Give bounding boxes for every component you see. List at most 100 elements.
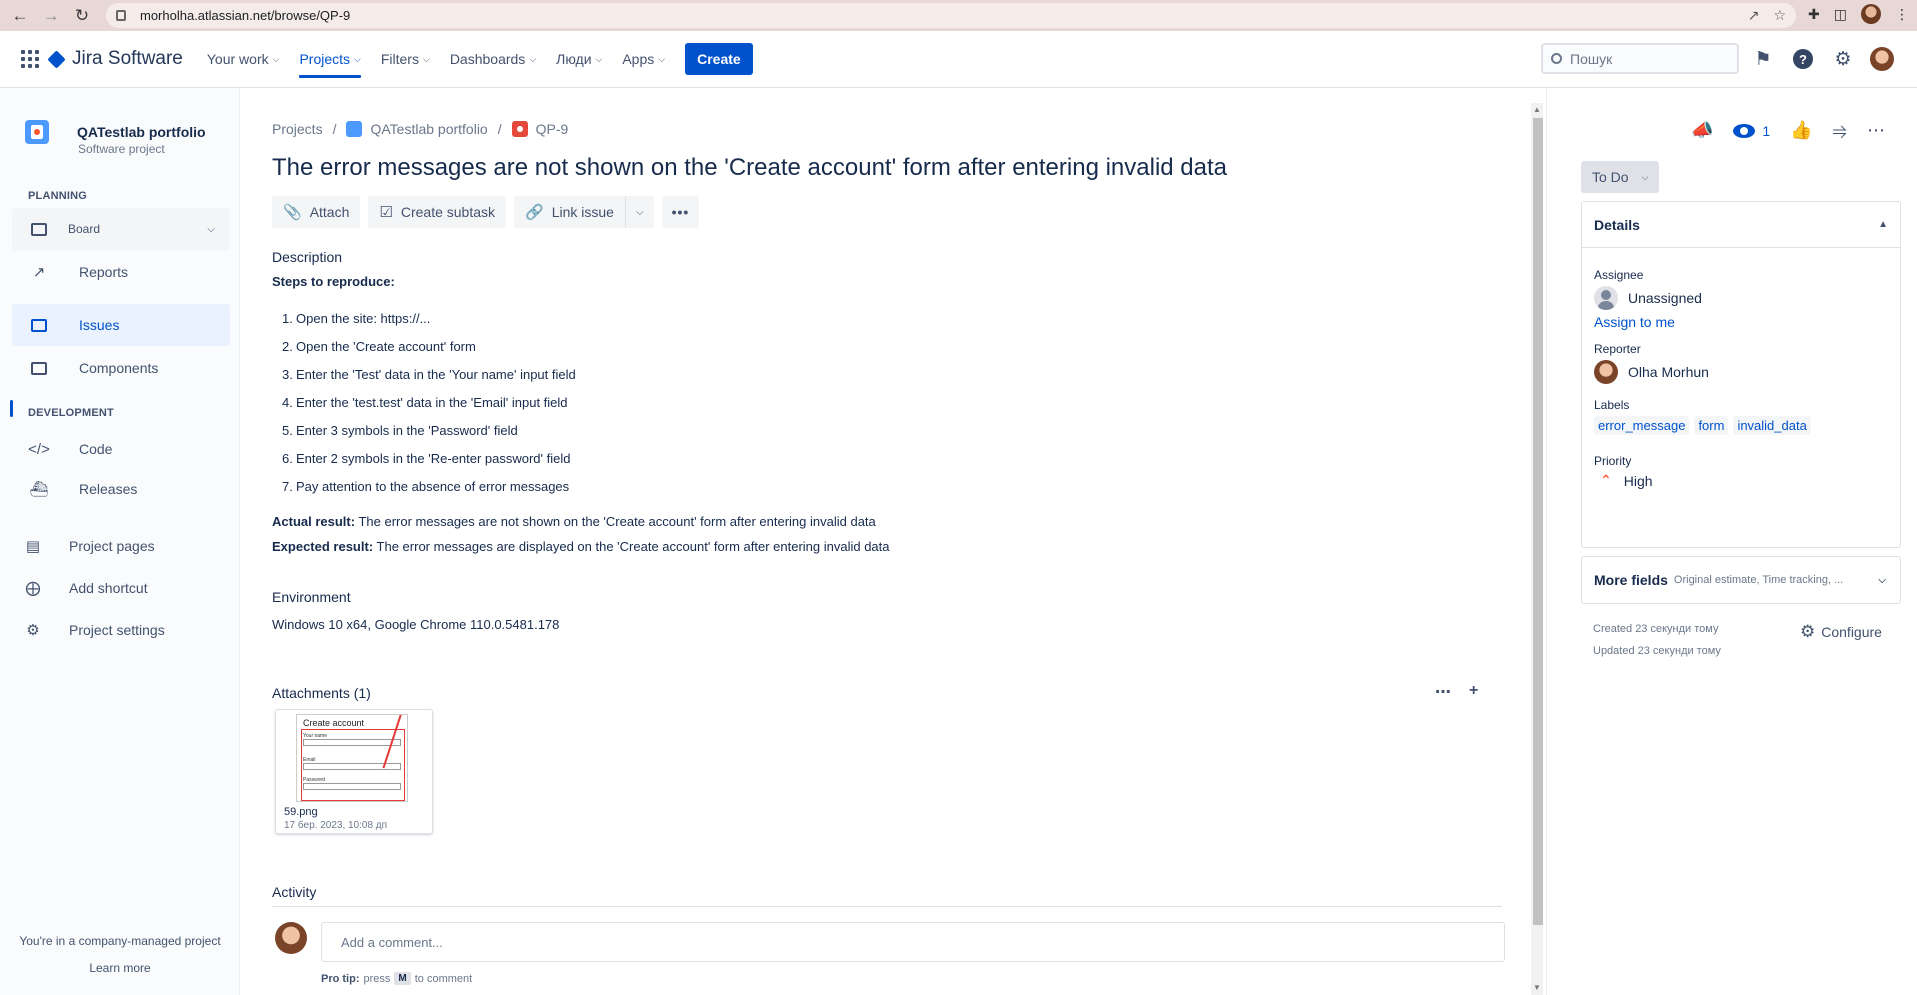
back-icon[interactable]: ← (9, 5, 31, 27)
configure-button[interactable]: ⚙ Configure (1800, 622, 1882, 642)
nav-filters[interactable]: Filters ⌵ (371, 31, 440, 88)
bug-icon (511, 121, 528, 137)
list-item: 4. Enter the 'test.test' data in the 'Ema… (282, 395, 568, 410)
sidebar-item-add-shortcut[interactable]: ⨁ Add shortcut (12, 567, 230, 609)
app-switcher-icon[interactable] (21, 50, 39, 68)
breadcrumb-issue-key[interactable]: QP-9 (536, 121, 569, 137)
top-navigation: Jira Software Your work ⌵ Projects ⌵ Filte… (0, 31, 1917, 88)
add-attachment-icon[interactable]: + (1469, 682, 1478, 702)
search-icon (1551, 53, 1562, 64)
list-item: 3. Enter the 'Test' data in the 'Your nam… (282, 367, 576, 382)
sidebar-item-code[interactable]: </> Code (12, 428, 230, 470)
issue-main: Projects / QATestlab portfolio / QP-9 Th… (240, 88, 1530, 995)
learn-more-link[interactable]: Learn more (0, 961, 240, 975)
more-icon[interactable]: ⋯ (1867, 120, 1885, 141)
more-actions-button[interactable]: ••• (661, 196, 700, 228)
nav-projects[interactable]: Projects ⌵ (289, 31, 370, 88)
list-item: 6. Enter 2 symbols in the 'Re-enter passw… (282, 451, 571, 466)
extensions-icon[interactable]: ✚ (1808, 6, 1820, 23)
nav-dashboards[interactable]: Dashboards ⌵ (440, 31, 546, 88)
reporter-field[interactable]: Olha Morhun (1594, 360, 1709, 384)
create-button[interactable]: Create (685, 43, 753, 75)
activity-title: Activity (272, 884, 317, 900)
settings-gear-icon[interactable]: ⚙ (1830, 46, 1856, 72)
attachment-card[interactable]: Create account Your name Email Password … (275, 709, 433, 834)
search-input[interactable]: Пошук (1541, 43, 1739, 74)
sidepanel-icon[interactable]: ◫ (1834, 6, 1847, 23)
labels-field[interactable]: error_message form invalid_data (1594, 416, 1811, 435)
environment-text[interactable]: Windows 10 x64, Google Chrome 110.0.5481… (272, 617, 559, 632)
sidebar-item-project-pages[interactable]: ▤ Project pages (12, 525, 230, 567)
environment-title: Environment (272, 589, 351, 605)
link-icon: 🔗 (525, 204, 544, 221)
user-avatar[interactable] (1870, 47, 1894, 71)
chevron-down-icon[interactable]: ⌵ (207, 224, 215, 235)
help-button[interactable]: ? (1790, 46, 1816, 72)
create-subtask-button[interactable]: ☑ Create subtask (368, 196, 507, 228)
configure-label: Configure (1821, 624, 1882, 640)
address-bar[interactable]: morholha.atlassian.net/browse/QP-9 ↗ ☆ (106, 3, 1796, 28)
attachments-title: Attachments (1) (272, 685, 371, 701)
browser-menu-icon[interactable]: ⋮ (1895, 6, 1909, 23)
status-label: To Do (1592, 169, 1629, 185)
nav-people[interactable]: Люди ⌵ (546, 31, 612, 88)
company-managed-note: You're in a company-managed project (19, 934, 221, 948)
breadcrumb-project[interactable]: QATestlab portfolio (370, 121, 487, 137)
scrollbar-thumb[interactable] (1533, 118, 1543, 925)
comment-input[interactable]: Add a comment... (321, 922, 1505, 962)
active-indicator (10, 400, 13, 417)
nav-apps[interactable]: Apps ⌵ (612, 31, 675, 88)
priority-label: Priority (1594, 454, 1632, 468)
label-chip[interactable]: form (1694, 416, 1729, 435)
list-item: 5. Enter 3 symbols in the 'Password' fiel… (282, 423, 518, 438)
breadcrumb-projects[interactable]: Projects (272, 121, 323, 137)
sidebar-item-issues[interactable]: Issues (12, 304, 230, 346)
sidebar-item-project-settings[interactable]: ⚙ Project settings (12, 609, 230, 651)
notifications-icon[interactable]: ⚑ (1750, 46, 1776, 72)
chevron-up-icon: ▲ (1878, 219, 1888, 230)
link-issue-button[interactable]: 🔗 Link issue ⌵ (514, 196, 654, 228)
label-chip[interactable]: error_message (1594, 416, 1690, 435)
bookmark-star-icon[interactable]: ☆ (1773, 7, 1786, 24)
watch-button[interactable]: 1 (1733, 123, 1770, 139)
attach-button[interactable]: 📎 Attach (272, 196, 361, 228)
jira-logo[interactable]: Jira Software (47, 48, 183, 70)
assign-to-me-link[interactable]: Assign to me (1594, 314, 1675, 330)
code-icon: </> (28, 440, 50, 458)
forward-icon[interactable]: → (40, 5, 62, 27)
sidebar-item-releases[interactable]: ⛴ Releases (12, 468, 230, 510)
sidebar-item-components[interactable]: Components (12, 347, 230, 389)
preview-field (303, 783, 401, 790)
reload-icon[interactable]: ↻ (71, 5, 93, 27)
assignee-value: Unassigned (1628, 290, 1702, 306)
feedback-megaphone-icon[interactable]: 📣 (1691, 120, 1713, 141)
scroll-down-icon[interactable]: ▼ (1533, 983, 1541, 992)
unassigned-avatar-icon (1594, 286, 1618, 310)
details-header[interactable]: Details ▲ (1582, 202, 1900, 248)
priority-value: High (1623, 472, 1653, 489)
attach-label: Attach (309, 204, 350, 220)
label-chip[interactable]: invalid_data (1733, 416, 1811, 435)
nav-your-work[interactable]: Your work ⌵ (197, 31, 290, 88)
issue-title[interactable]: The error messages are not shown on the … (272, 154, 1227, 182)
subtask-icon: ☑ (379, 204, 393, 221)
sidebar-item-board[interactable]: Board ⌵ (12, 208, 230, 250)
priority-field[interactable]: ⌃ High (1594, 472, 1653, 489)
created-timestamp: Created 23 секунди тому (1593, 623, 1719, 635)
thumbs-up-icon[interactable]: 👍 (1790, 120, 1812, 141)
share-icon[interactable]: ⥤ (1833, 120, 1847, 141)
scroll-up-icon[interactable]: ▲ (1533, 105, 1541, 114)
assignee-field[interactable]: Unassigned (1594, 286, 1702, 310)
status-dropdown[interactable]: To Do ⌵ (1581, 161, 1660, 193)
attachment-date: 17 бер. 2023, 10:08 дп (284, 820, 388, 831)
browser-profile-avatar[interactable] (1861, 4, 1881, 24)
sidebar-item-reports[interactable]: ↗ Reports (12, 251, 230, 293)
project-name: QATestlab portfolio (77, 124, 206, 140)
project-header[interactable]: QATestlab portfolio (25, 120, 206, 144)
more-fields-card[interactable]: More fields Original estimate, Time trac… (1581, 556, 1901, 604)
share-icon[interactable]: ↗ (1748, 7, 1760, 24)
chevron-down-icon[interactable]: ⌵ (624, 196, 654, 228)
expected-result: Expected result: The error messages are … (272, 539, 890, 554)
attachments-more-icon[interactable]: ⋯ (1435, 682, 1451, 702)
sidebar-item-label: Add shortcut (69, 580, 148, 596)
